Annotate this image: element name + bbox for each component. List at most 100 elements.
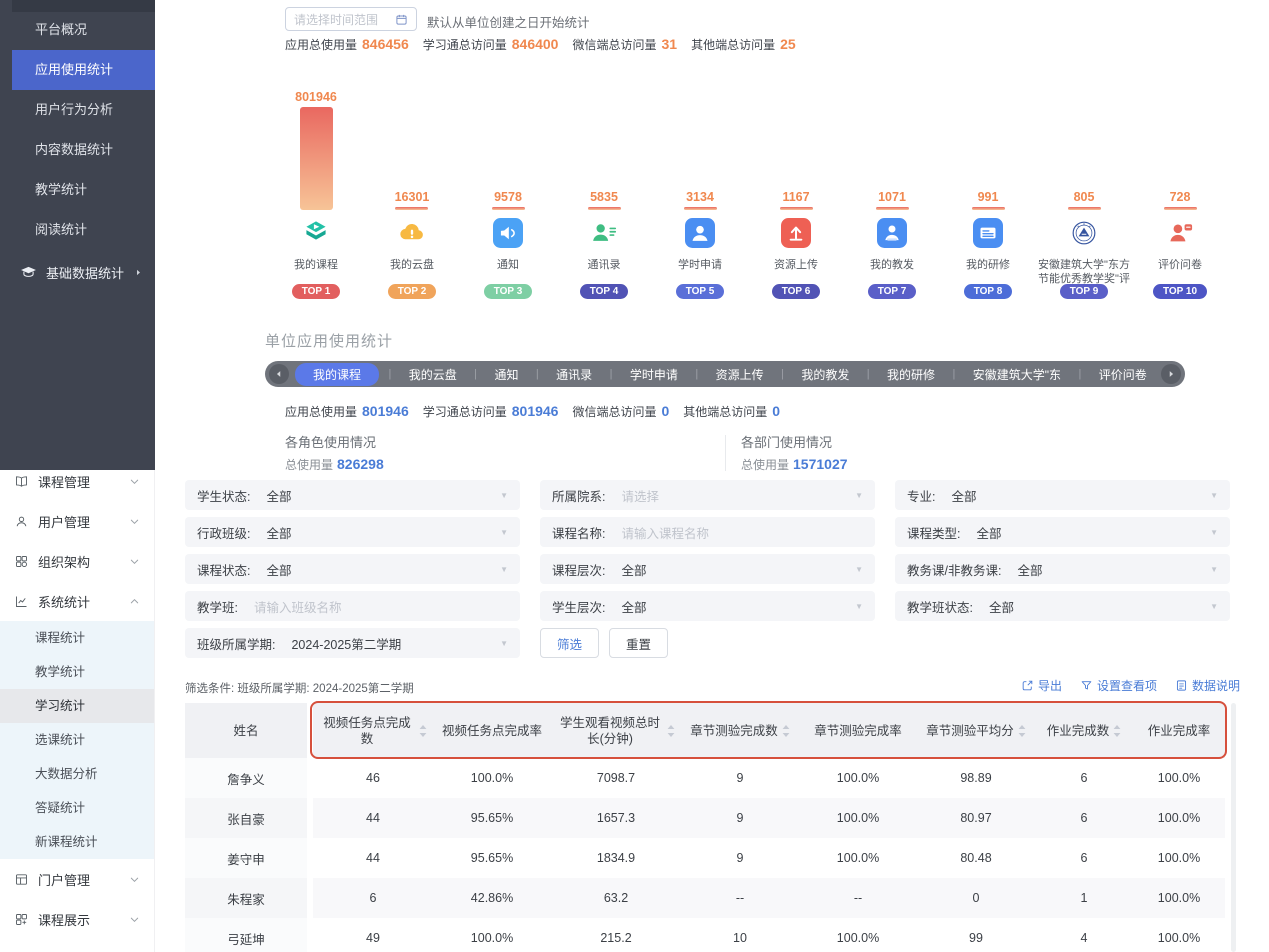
column-header[interactable]: 学生观看视频总时长(分钟)	[551, 703, 681, 758]
tab-separator: |	[867, 368, 870, 380]
usage-bar[interactable]	[1164, 207, 1197, 210]
sidebar-group[interactable]: 系统统计	[0, 581, 154, 621]
bar-zone: 801946	[295, 90, 337, 210]
table-scrollbar[interactable]	[1231, 703, 1236, 952]
filter-select[interactable]: 行政班级:全部▼	[185, 517, 520, 547]
stat-value: 0	[661, 403, 669, 419]
table-cell: 0	[917, 878, 1035, 918]
filter-input[interactable]: 课程名称:请输入课程名称	[540, 517, 875, 547]
filter-select[interactable]: 专业:全部▼	[895, 480, 1230, 510]
column-header[interactable]: 章节测验平均分	[917, 703, 1035, 758]
dark-menu-item[interactable]: 平台概况	[12, 10, 155, 50]
tab-separator: |	[781, 368, 784, 380]
sort-icon[interactable]	[778, 725, 790, 737]
app-tab[interactable]: 我的课程	[295, 363, 379, 386]
bar-value: 1167	[782, 190, 809, 204]
usage-bar[interactable]	[876, 207, 909, 210]
tab-scroll-left-icon[interactable]	[269, 364, 289, 384]
sort-icon[interactable]	[1109, 725, 1121, 737]
sidebar-submenu-item[interactable]: 新课程统计	[0, 825, 154, 859]
chevron-down-icon	[129, 556, 140, 567]
sidebar-group[interactable]: 用户管理	[0, 501, 154, 541]
date-range-picker[interactable]: 请选择时间范围	[285, 7, 417, 31]
sidebar-submenu-item[interactable]: 选课统计	[0, 723, 154, 757]
filter-label: 行政班级:	[197, 523, 250, 542]
table-cell: 100.0%	[1133, 878, 1225, 918]
sidebar-group[interactable]: 门户管理	[0, 859, 154, 899]
app-tab[interactable]: 通知	[486, 364, 526, 385]
semester-select[interactable]: 班级所属学期: 2024-2025第二学期 ▼	[185, 628, 520, 658]
tab-scroll-right-icon[interactable]	[1161, 364, 1181, 384]
bar-value: 728	[1170, 190, 1191, 204]
dark-menu-item[interactable]: 应用使用统计	[12, 50, 155, 90]
dark-menu-item-basic-data[interactable]: 基础数据统计	[12, 252, 155, 292]
chevron-down-icon: ▼	[1210, 528, 1218, 537]
sort-icon[interactable]	[663, 725, 675, 737]
top-app-column: 5835通讯录TOP 4	[556, 90, 652, 306]
usage-bar[interactable]	[780, 207, 813, 210]
sort-icon[interactable]	[415, 725, 427, 737]
app-tab[interactable]: 我的教发	[793, 364, 857, 385]
top-app-column: 728评价问卷TOP 10	[1132, 90, 1228, 306]
tab-separator: |	[695, 368, 698, 380]
filter-select[interactable]: 课程类型:全部▼	[895, 517, 1230, 547]
app-tab[interactable]: 我的云盘	[401, 364, 465, 385]
column-header[interactable]: 章节测验完成数	[681, 703, 799, 758]
filter-value: 全部	[621, 560, 646, 579]
dark-menu-item[interactable]: 内容数据统计	[12, 130, 155, 170]
usage-bar[interactable]	[492, 207, 525, 210]
dark-menu-item[interactable]: 阅读统计	[12, 210, 155, 250]
app-tab[interactable]: 评价问卷	[1091, 364, 1155, 385]
sidebar-group[interactable]: 组织架构	[0, 541, 154, 581]
app-tab[interactable]: 通讯录	[548, 364, 600, 385]
filter-input[interactable]: 教学班:请输入班级名称	[185, 591, 520, 621]
app-name-label: 学时申请	[652, 258, 748, 282]
action-doc[interactable]: 数据说明	[1175, 677, 1240, 694]
sidebar-submenu-item[interactable]: 课程统计	[0, 621, 154, 655]
bar-zone: 728	[1164, 90, 1197, 210]
filter-button[interactable]: 筛选	[540, 628, 599, 658]
usage-bar[interactable]	[300, 107, 333, 210]
filter-label: 学生状态:	[197, 486, 250, 505]
table-row: 4495.65%1657.39100.0%80.976100.0%	[313, 798, 1225, 838]
usage-bar[interactable]	[395, 207, 428, 210]
filter-select[interactable]: 学生状态:全部▼	[185, 480, 520, 510]
filter-select[interactable]: 教务课/非教务课:全部▼	[895, 554, 1230, 584]
teach-icon	[877, 218, 907, 248]
app-tab[interactable]: 安徽建筑大学"东	[965, 364, 1069, 385]
column-header: 视频任务点完成率	[433, 703, 551, 758]
filter-select[interactable]: 课程层次:全部▼	[540, 554, 875, 584]
table-cell: 10	[681, 918, 799, 952]
survey-icon	[1165, 218, 1195, 248]
reset-button[interactable]: 重置	[609, 628, 668, 658]
sidebar-submenu-item[interactable]: 教学统计	[0, 655, 154, 689]
column-header[interactable]: 视频任务点完成数	[313, 703, 433, 758]
chevron-down-icon: ▼	[500, 565, 508, 574]
action-export[interactable]: 导出	[1021, 677, 1062, 694]
dark-menu-item[interactable]: 用户行为分析	[12, 90, 155, 130]
sort-icon[interactable]	[1014, 725, 1026, 737]
usage-bar[interactable]	[588, 207, 621, 210]
usage-bar[interactable]	[972, 207, 1005, 210]
usage-bar[interactable]	[1068, 207, 1101, 210]
filter-select[interactable]: 课程状态:全部▼	[185, 554, 520, 584]
action-funnel[interactable]: 设置查看项	[1080, 677, 1157, 694]
chevron-down-icon: ▼	[1210, 602, 1218, 611]
filter-select[interactable]: 所属院系:请选择▼	[540, 480, 875, 510]
sidebar-group[interactable]: 课程展示	[0, 899, 154, 939]
sidebar-submenu-item[interactable]: 学习统计	[0, 689, 154, 723]
filter-select[interactable]: 学生层次:全部▼	[540, 591, 875, 621]
sidebar-group-label: 用户管理	[38, 512, 90, 531]
app-tab[interactable]: 学时申请	[622, 364, 686, 385]
usage-bar[interactable]	[684, 207, 717, 210]
app-tab[interactable]: 我的研修	[879, 364, 943, 385]
column-header-label: 章节测验完成率	[814, 723, 902, 739]
dark-menu-item[interactable]: 教学统计	[12, 170, 155, 210]
column-header-label: 学生观看视频总时长(分钟)	[557, 715, 663, 747]
sidebar-submenu-item[interactable]: 答疑统计	[0, 791, 154, 825]
app-tab[interactable]: 资源上传	[708, 364, 772, 385]
column-header[interactable]: 作业完成数	[1035, 703, 1133, 758]
table-header-row: 视频任务点完成数视频任务点完成率学生观看视频总时长(分钟)章节测验完成数章节测验…	[313, 703, 1225, 758]
filter-select[interactable]: 教学班状态:全部▼	[895, 591, 1230, 621]
sidebar-submenu-item[interactable]: 大数据分析	[0, 757, 154, 791]
